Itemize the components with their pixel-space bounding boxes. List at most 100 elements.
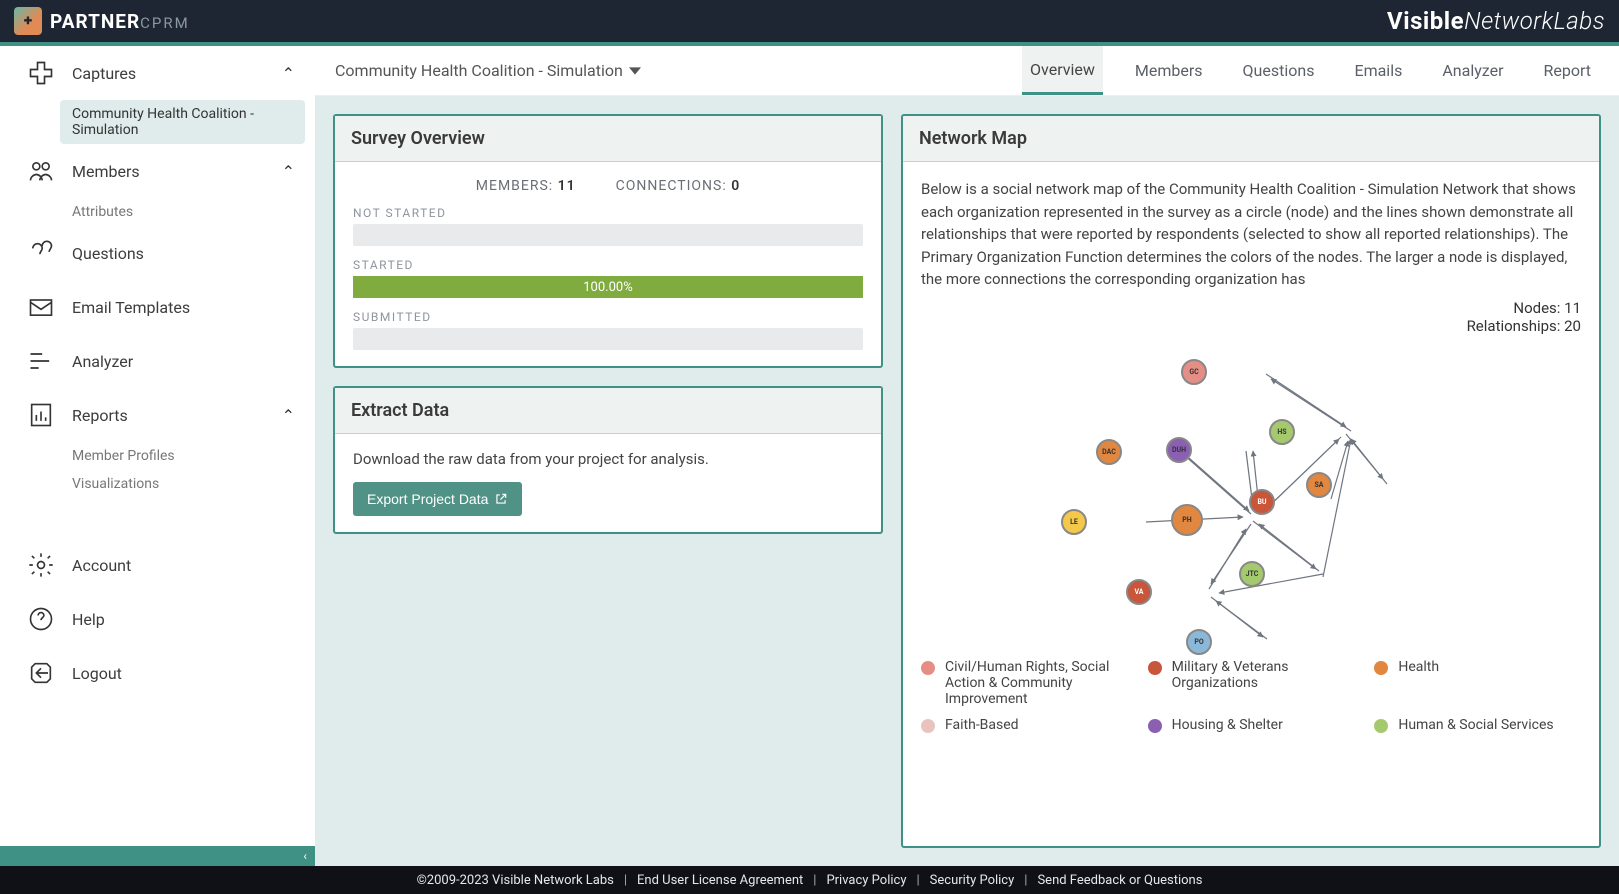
nav-email-templates[interactable]: Email Templates xyxy=(0,280,315,334)
question-icon xyxy=(26,238,56,268)
nav-account[interactable]: Account xyxy=(0,538,315,592)
footer-link-security[interactable]: Security Policy xyxy=(930,873,1015,888)
network-map-meta: Nodes: 11 Relationships: 20 xyxy=(921,299,1581,335)
project-dropdown[interactable]: Community Health Coalition - Simulation xyxy=(335,61,641,80)
not-started-bar xyxy=(353,224,863,246)
logout-icon xyxy=(26,658,56,688)
nav-questions[interactable]: Questions xyxy=(0,226,315,280)
footer-copyright: ©2009-2023 Visible Network Labs xyxy=(417,873,614,888)
chevron-up-icon: ⌃ xyxy=(282,64,295,83)
tab-questions[interactable]: Questions xyxy=(1235,46,1323,95)
legend-label: Health xyxy=(1398,659,1439,675)
extract-desc: Download the raw data from your project … xyxy=(353,450,863,468)
survey-stats: MEMBERS: 11 CONNECTIONS: 0 xyxy=(353,178,863,194)
plus-medical-icon xyxy=(26,58,56,88)
network-map-canvas[interactable]: GC HS DAC DUH SA BU LE PH JTC VA PO xyxy=(1021,339,1541,649)
nav-members-sub[interactable]: Attributes xyxy=(0,198,315,226)
nav-members[interactable]: Members ⌃ xyxy=(0,144,315,198)
footer: ©2009-2023 Visible Network Labs | End Us… xyxy=(0,866,1619,894)
node-gc[interactable]: GC xyxy=(1181,359,1207,385)
node-hs[interactable]: HS xyxy=(1269,419,1295,445)
swatch-icon xyxy=(921,661,935,675)
nav-members-label: Members xyxy=(72,162,140,181)
tab-members[interactable]: Members xyxy=(1127,46,1211,95)
node-va[interactable]: VA xyxy=(1126,579,1152,605)
nav-help[interactable]: Help xyxy=(0,592,315,646)
sidebar: Captures ⌃ Community Health Coalition - … xyxy=(0,46,315,866)
nav-email-templates-label: Email Templates xyxy=(72,298,190,317)
chevron-up-icon: ⌃ xyxy=(282,162,295,181)
node-le[interactable]: LE xyxy=(1061,509,1087,535)
main: Community Health Coalition - Simulation … xyxy=(315,46,1619,866)
submitted-label: SUBMITTED xyxy=(353,310,863,324)
connections-count: 0 xyxy=(731,178,740,194)
nav-captures-sub[interactable]: Community Health Coalition - Simulation xyxy=(60,100,305,144)
swatch-icon xyxy=(1148,661,1162,675)
chevron-left-icon: ‹ xyxy=(303,849,307,863)
node-sa[interactable]: SA xyxy=(1306,472,1332,498)
brand-right-bold: Visible xyxy=(1387,7,1464,35)
tab-overview[interactable]: Overview xyxy=(1022,46,1103,95)
tab-analyzer[interactable]: Analyzer xyxy=(1434,46,1511,95)
legend-item: Health xyxy=(1374,659,1581,707)
bars-icon xyxy=(26,346,56,376)
export-button-label: Export Project Data xyxy=(367,491,488,507)
node-dac[interactable]: DAC xyxy=(1096,439,1122,465)
node-ph[interactable]: PH xyxy=(1171,504,1203,536)
nav-logout[interactable]: Logout xyxy=(0,646,315,700)
project-title-label: Community Health Coalition - Simulation xyxy=(335,61,623,80)
node-jtc[interactable]: JTC xyxy=(1239,561,1265,587)
extract-data-card: Extract Data Download the raw data from … xyxy=(333,386,883,534)
app-logo: ✚ xyxy=(14,7,42,35)
nav-reports-label: Reports xyxy=(72,406,128,425)
started-pct: 100.00% xyxy=(353,276,863,298)
swatch-icon xyxy=(1374,661,1388,675)
not-started-label: NOT STARTED xyxy=(353,206,863,220)
legend-label: Faith-Based xyxy=(945,717,1019,733)
topbar: ✚ PARTNER CPRM VisibleNetworkLabs xyxy=(0,0,1619,42)
brand-text: PARTNER CPRM xyxy=(50,10,190,33)
sidebar-collapse[interactable]: ‹ xyxy=(0,846,315,866)
report-icon xyxy=(26,400,56,430)
nav-help-label: Help xyxy=(72,610,105,629)
started-bar: 100.00% xyxy=(353,276,863,298)
network-map-desc: Below is a social network map of the Com… xyxy=(921,178,1581,291)
node-po[interactable]: PO xyxy=(1186,629,1212,655)
members-count: 11 xyxy=(558,178,576,194)
nav-questions-label: Questions xyxy=(72,244,144,263)
footer-link-feedback[interactable]: Send Feedback or Questions xyxy=(1037,873,1202,888)
nav-captures[interactable]: Captures ⌃ xyxy=(0,46,315,100)
submitted-bar xyxy=(353,328,863,350)
legend: Civil/Human Rights, Social Action & Comm… xyxy=(921,659,1581,733)
brand-main: PARTNER xyxy=(50,10,140,33)
brand-left: ✚ PARTNER CPRM xyxy=(14,7,190,35)
main-header: Community Health Coalition - Simulation … xyxy=(315,46,1619,96)
export-button[interactable]: Export Project Data xyxy=(353,482,522,516)
relationships-count: Relationships: 20 xyxy=(921,317,1581,335)
legend-item: Faith-Based xyxy=(921,717,1128,733)
survey-overview-card: Survey Overview MEMBERS: 11 CONNECTIONS:… xyxy=(333,114,883,368)
tab-emails[interactable]: Emails xyxy=(1346,46,1410,95)
network-edges xyxy=(1021,339,1541,649)
gear-icon xyxy=(26,550,56,580)
legend-label: Military & Veterans Organizations xyxy=(1172,659,1355,691)
network-map-title: Network Map xyxy=(903,116,1599,162)
brand-sub: CPRM xyxy=(140,14,190,32)
members-label: MEMBERS: xyxy=(476,178,553,194)
swatch-icon xyxy=(1374,719,1388,733)
node-duh[interactable]: DUH xyxy=(1166,437,1192,463)
swatch-icon xyxy=(921,719,935,733)
nav-analyzer[interactable]: Analyzer xyxy=(0,334,315,388)
nav-reports[interactable]: Reports ⌃ xyxy=(0,388,315,442)
footer-link-eula[interactable]: End User License Agreement xyxy=(637,873,803,888)
nodes-count: Nodes: 11 xyxy=(921,299,1581,317)
node-bu[interactable]: BU xyxy=(1249,489,1275,515)
footer-link-privacy[interactable]: Privacy Policy xyxy=(826,873,906,888)
nav-captures-label: Captures xyxy=(72,64,136,83)
nav-reports-sub2[interactable]: Visualizations xyxy=(0,470,315,498)
swatch-icon xyxy=(1148,719,1162,733)
tab-report[interactable]: Report xyxy=(1536,46,1600,95)
extract-title: Extract Data xyxy=(335,388,881,434)
legend-item: Housing & Shelter xyxy=(1148,717,1355,733)
nav-reports-sub1[interactable]: Member Profiles xyxy=(0,442,315,470)
